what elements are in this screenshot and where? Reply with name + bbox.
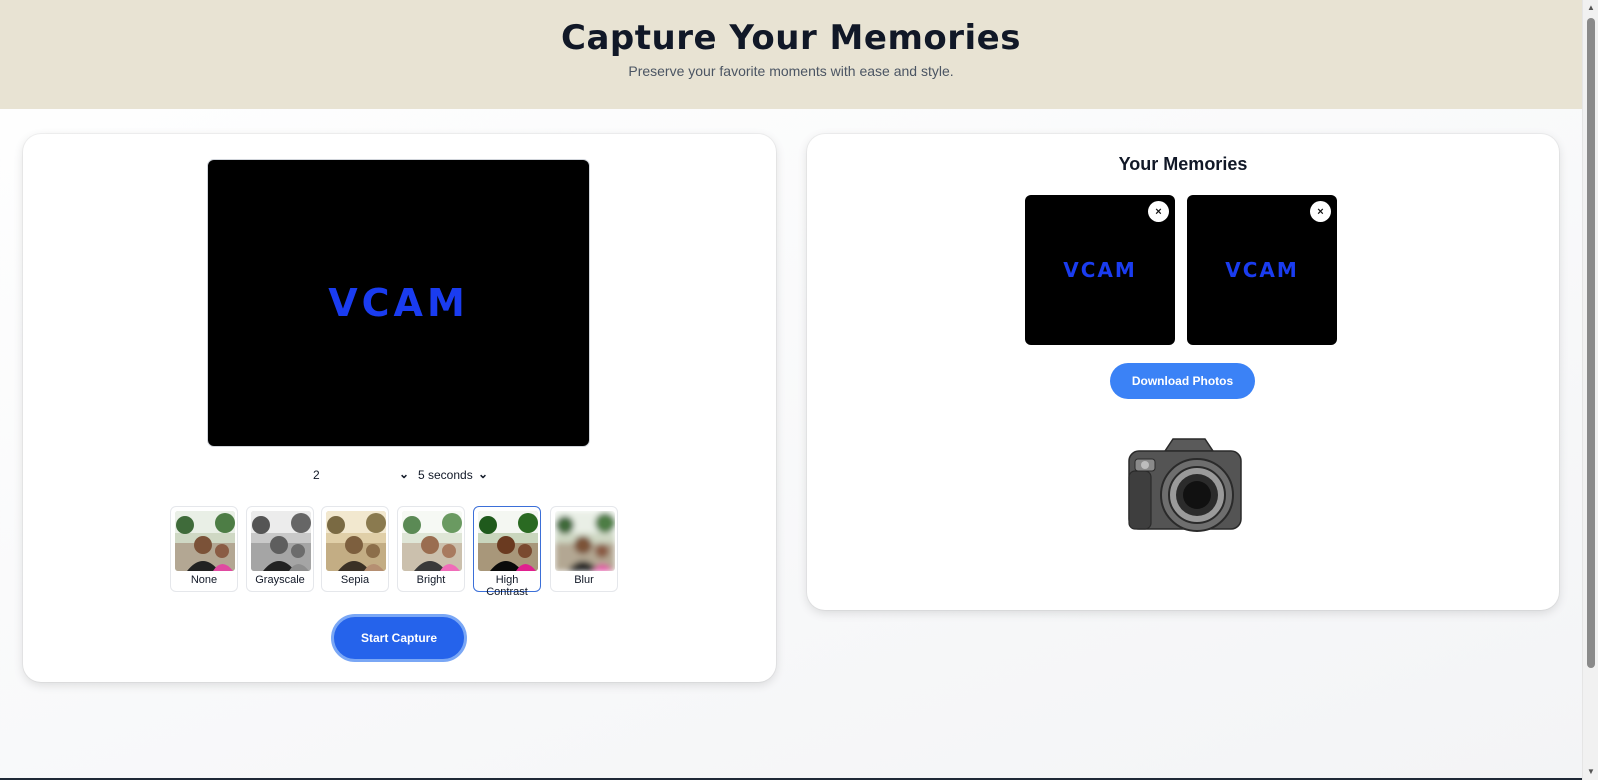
filter-bright[interactable]: Bright bbox=[397, 506, 465, 592]
camera-card: VCAM 2 ⌄ 5 seconds ⌄ None Grayscale Sepi… bbox=[23, 134, 776, 682]
close-icon[interactable]: × bbox=[1148, 201, 1169, 222]
memory-photo: VCAM × bbox=[1025, 195, 1175, 345]
timer-value: 5 seconds bbox=[418, 468, 473, 482]
filter-high-contrast[interactable]: High Contrast bbox=[473, 506, 541, 598]
scrollbar-thumb[interactable] bbox=[1587, 18, 1595, 668]
timer-select[interactable]: 5 seconds ⌄ bbox=[418, 465, 488, 485]
filter-blur[interactable]: Blur bbox=[550, 506, 618, 592]
chevron-down-icon: ⌄ bbox=[398, 467, 409, 481]
filter-thumbnail bbox=[326, 511, 386, 571]
memory-photo: VCAM × bbox=[1187, 195, 1337, 345]
scroll-up-icon[interactable]: ▲ bbox=[1583, 0, 1598, 16]
page-subtitle: Preserve your favorite moments with ease… bbox=[628, 63, 954, 79]
camera-icon bbox=[1125, 437, 1245, 537]
filter-thumbnail bbox=[402, 511, 462, 571]
filter-thumbnail bbox=[251, 511, 311, 571]
photo-watermark: VCAM bbox=[1225, 258, 1299, 282]
close-icon[interactable]: × bbox=[1310, 201, 1331, 222]
download-photos-button[interactable]: Download Photos bbox=[1110, 363, 1255, 399]
filter-sepia[interactable]: Sepia bbox=[321, 506, 389, 592]
filter-label: High Contrast bbox=[486, 574, 528, 598]
filter-thumbnail bbox=[555, 511, 615, 571]
start-capture-button[interactable]: Start Capture bbox=[331, 614, 467, 662]
vertical-scrollbar[interactable]: ▲ ▼ bbox=[1582, 0, 1598, 780]
filter-none[interactable]: None bbox=[170, 506, 238, 592]
photo-watermark: VCAM bbox=[1063, 258, 1137, 282]
photo-count-select[interactable]: 2 ⌄ bbox=[313, 465, 409, 485]
scroll-down-icon[interactable]: ▼ bbox=[1583, 764, 1598, 780]
filter-label: Sepia bbox=[340, 574, 370, 586]
photo-count-value: 2 bbox=[313, 468, 320, 482]
page-header: Capture Your Memories Preserve your favo… bbox=[0, 0, 1582, 109]
filter-label: Bright bbox=[416, 574, 446, 586]
chevron-down-icon: ⌄ bbox=[477, 467, 488, 481]
memories-title: Your Memories bbox=[1118, 154, 1248, 174]
page-title: Capture Your Memories bbox=[561, 18, 1021, 58]
filter-label: Grayscale bbox=[255, 574, 305, 586]
preview-watermark: VCAM bbox=[328, 281, 469, 325]
capture-settings: 2 ⌄ 5 seconds ⌄ bbox=[23, 465, 776, 487]
memories-card: Your Memories VCAM × VCAM × Download Pho… bbox=[807, 134, 1559, 610]
filter-thumbnail bbox=[478, 511, 538, 571]
camera-preview: VCAM bbox=[207, 159, 590, 447]
filter-grayscale[interactable]: Grayscale bbox=[246, 506, 314, 592]
filter-label: Blur bbox=[574, 574, 594, 586]
filter-label: None bbox=[190, 574, 218, 586]
filter-thumbnail bbox=[175, 511, 235, 571]
